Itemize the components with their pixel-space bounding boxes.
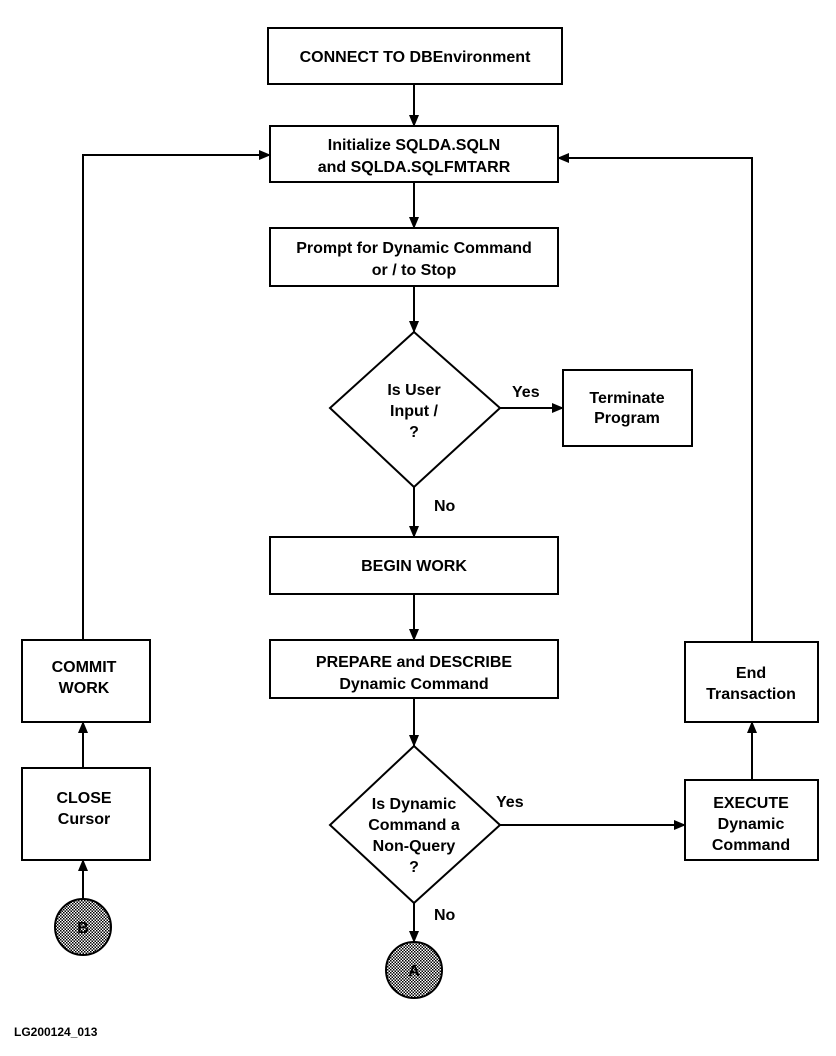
connector-b-label: B	[77, 920, 89, 937]
node-prompt-line2: or / to Stop	[372, 262, 457, 279]
node-connect-text: CONNECT TO DBEnvironment	[300, 49, 532, 66]
node-begin-work-text: BEGIN WORK	[361, 558, 467, 575]
node-execute: EXECUTE Dynamic Command	[684, 779, 819, 861]
node-connect: CONNECT TO DBEnvironment	[267, 27, 563, 85]
node-execute-line1: EXECUTE	[713, 795, 789, 812]
node-initialize-line2: and SQLDA.SQLFMTARR	[318, 159, 511, 176]
decision-query-line3: Non-Query	[373, 838, 456, 855]
decision-stop-line1: Is User	[387, 382, 440, 399]
node-begin-work: BEGIN WORK	[269, 536, 559, 595]
node-commit-line1: COMMIT	[52, 659, 117, 676]
connector-a: A	[385, 941, 443, 999]
decision-stop: Is User Input / ?	[328, 330, 502, 489]
node-terminate: Terminate Program	[562, 369, 693, 447]
node-execute-line2: Dynamic	[718, 816, 785, 833]
edge-commit-init	[82, 150, 271, 640]
label-query-yes: Yes	[496, 794, 524, 811]
node-close: CLOSE Cursor	[21, 767, 151, 861]
connector-b: B	[54, 898, 112, 956]
decision-stop-line3: ?	[409, 424, 419, 441]
node-prompt: Prompt for Dynamic Command or / to Stop	[269, 227, 559, 287]
decision-stop-line2: Input /	[390, 403, 439, 420]
figure-id: LG200124_013	[14, 1025, 98, 1039]
node-end-line2: Transaction	[706, 686, 796, 703]
node-initialize-line1: Initialize SQLDA.SQLN	[328, 137, 500, 154]
decision-query-line1: Is Dynamic	[372, 796, 457, 813]
node-close-line1: CLOSE	[56, 790, 111, 807]
decision-query-line2: Command a	[368, 817, 460, 834]
node-execute-line3: Command	[712, 837, 790, 854]
node-prepare: PREPARE and DESCRIBE Dynamic Command	[269, 639, 559, 699]
node-initialize: Initialize SQLDA.SQLN and SQLDA.SQLFMTAR…	[269, 125, 559, 183]
node-terminate-line1: Terminate	[589, 390, 664, 407]
node-end-transaction: End Transaction	[684, 641, 819, 723]
node-end-line1: End	[736, 665, 766, 682]
node-terminate-line2: Program	[594, 410, 660, 427]
node-prepare-line1: PREPARE and DESCRIBE	[316, 654, 513, 671]
label-stop-yes: Yes	[512, 384, 540, 401]
node-commit-line2: WORK	[59, 680, 110, 697]
label-stop-no: No	[434, 498, 456, 515]
node-close-line2: Cursor	[58, 811, 110, 828]
label-query-no: No	[434, 907, 456, 924]
flowchart: CONNECT TO DBEnvironment Initialize SQLD…	[14, 27, 819, 1039]
node-commit: COMMIT WORK	[21, 639, 151, 723]
node-prompt-line1: Prompt for Dynamic Command	[296, 240, 532, 257]
decision-query-line4: ?	[409, 859, 419, 876]
connector-a-label: A	[408, 963, 420, 980]
node-prepare-line2: Dynamic Command	[339, 676, 488, 693]
decision-query: Is Dynamic Command a Non-Query ?	[328, 744, 502, 905]
